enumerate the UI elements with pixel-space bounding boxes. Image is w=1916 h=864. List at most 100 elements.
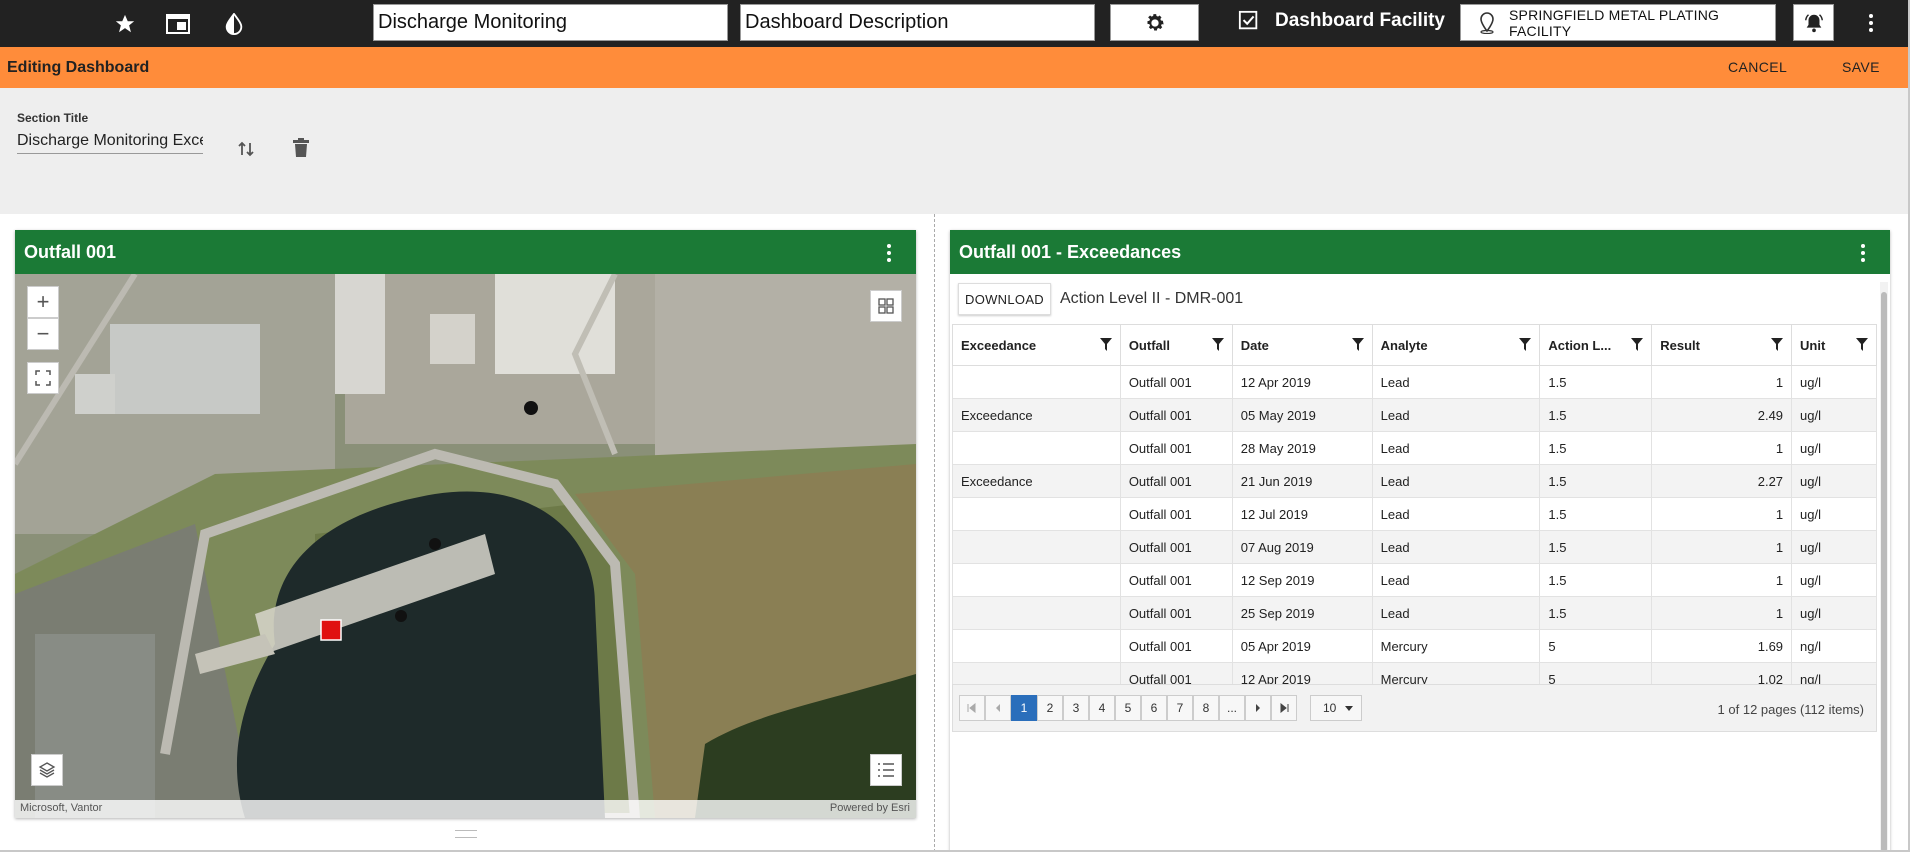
table-row[interactable]: Outfall 001 07 Aug 2019 Lead 1.5 1 ug/l: [952, 530, 1877, 564]
filter-icon[interactable]: [1351, 338, 1364, 354]
outfall-marker[interactable]: [320, 619, 342, 641]
satellite-imagery: [15, 274, 916, 818]
table-row[interactable]: Outfall 001 12 Apr 2019 Lead 1.5 1 ug/l: [952, 365, 1877, 399]
app-window: Discharge Monitoring Dashboard Descripti…: [0, 0, 1910, 852]
map-marker-icon: [1479, 11, 1495, 34]
checkbox-checked-icon[interactable]: [1238, 10, 1262, 34]
page-button-5[interactable]: 5: [1115, 695, 1141, 721]
notifications-button[interactable]: [1793, 4, 1834, 41]
dashboard-facility-label: Dashboard Facility: [1275, 10, 1445, 31]
resize-handle[interactable]: [455, 830, 477, 838]
scrollbar-thumb[interactable]: [1881, 292, 1887, 850]
map-attribution: Microsoft, Vantor Powered by Esri: [15, 800, 916, 818]
table-row[interactable]: Outfall 001 25 Sep 2019 Lead 1.5 1 ug/l: [952, 596, 1877, 630]
column-header-action-level[interactable]: Action L...: [1539, 324, 1653, 366]
fullscreen-icon: [35, 370, 51, 386]
page-button-4[interactable]: 4: [1089, 695, 1115, 721]
exceedances-widget: Outfall 001 - Exceedances DOWNLOAD Actio…: [950, 230, 1890, 850]
fullscreen-button[interactable]: [27, 362, 59, 394]
more-vertical-icon[interactable]: [1860, 243, 1866, 268]
bell-icon: [1804, 13, 1823, 32]
window-icon[interactable]: [166, 12, 190, 36]
star-icon[interactable]: [113, 12, 137, 36]
column-header-analyte[interactable]: Analyte: [1371, 324, 1541, 366]
column-divider: [934, 214, 935, 850]
page-button-7[interactable]: 7: [1167, 695, 1193, 721]
delete-icon[interactable]: [292, 138, 310, 163]
column-header-outfall[interactable]: Outfall: [1119, 324, 1233, 366]
page-size-value: 10: [1323, 701, 1337, 715]
table-row[interactable]: Exceedance Outfall 001 21 Jun 2019 Lead 1.5 2…: [952, 464, 1877, 498]
map-widget-title: Outfall 001: [24, 242, 117, 262]
editing-bar: Editing Dashboard CANCEL SAVE: [0, 47, 1908, 88]
page-info: 1 of 12 pages (112 items): [1717, 702, 1864, 717]
layers-icon: [38, 762, 56, 778]
column-header-exceedance[interactable]: Exceedance: [952, 324, 1121, 366]
page-button-3[interactable]: 3: [1063, 695, 1089, 721]
top-toolbar: Discharge Monitoring Dashboard Descripti…: [0, 0, 1908, 47]
table-row[interactable]: Outfall 001 12 Sep 2019 Lead 1.5 1 ug/l: [952, 563, 1877, 597]
zoom-in-button[interactable]: +: [27, 286, 59, 318]
next-page-icon: [1256, 704, 1260, 712]
column-header-unit[interactable]: Unit: [1791, 324, 1877, 366]
gear-icon: [1146, 13, 1164, 31]
grid-widget-title: Outfall 001 - Exceedances: [959, 242, 1182, 262]
table-header-row: Exceedance Outfall Date Analyte Action L…: [952, 324, 1877, 366]
filter-icon[interactable]: [1771, 338, 1784, 354]
first-page-icon: [967, 703, 976, 713]
page-size-select[interactable]: 10: [1310, 695, 1362, 721]
last-page-icon: [1280, 703, 1289, 713]
page-button-6[interactable]: 6: [1141, 695, 1167, 721]
cancel-button[interactable]: CANCEL: [1728, 59, 1787, 75]
next-page-button[interactable]: [1245, 695, 1271, 721]
prev-page-button[interactable]: [985, 695, 1011, 721]
contrast-icon[interactable]: [222, 12, 246, 36]
filter-icon[interactable]: [1211, 338, 1224, 354]
more-vertical-icon[interactable]: [1868, 12, 1874, 39]
more-vertical-icon[interactable]: [886, 243, 892, 268]
filter-icon[interactable]: [1099, 338, 1112, 354]
page-button-8[interactable]: 8: [1193, 695, 1219, 721]
legend-list-icon: [878, 763, 894, 777]
table-row[interactable]: Outfall 001 12 Jul 2019 Lead 1.5 1 ug/l: [952, 497, 1877, 531]
dashboard-description-input[interactable]: Dashboard Description: [740, 4, 1095, 41]
last-page-button[interactable]: [1271, 695, 1297, 721]
table-row[interactable]: Outfall 001 05 Apr 2019 Mercury 5 1.69 ng/l: [952, 629, 1877, 663]
filter-icon[interactable]: [1519, 338, 1532, 354]
filter-icon[interactable]: [1631, 338, 1644, 354]
prev-page-icon: [996, 704, 1000, 712]
zoom-out-button[interactable]: −: [27, 318, 59, 350]
page-button-2[interactable]: 2: [1037, 695, 1063, 721]
editing-title: Editing Dashboard: [7, 59, 150, 76]
facility-selector-button[interactable]: SPRINGFIELD METAL PLATING FACILITY: [1460, 4, 1776, 41]
layers-button[interactable]: [31, 754, 63, 786]
chevron-down-icon: [1345, 706, 1353, 711]
legend-button[interactable]: [870, 754, 902, 786]
section-title-input[interactable]: [17, 128, 203, 154]
satellite-map[interactable]: + − Microsoft, Vantor Powered by Esri: [15, 274, 916, 818]
table-row[interactable]: Exceedance Outfall 001 05 May 2019 Lead 1.5 2…: [952, 398, 1877, 432]
attribution-powered-by: Powered by Esri: [829, 802, 910, 814]
first-page-button[interactable]: [959, 695, 985, 721]
table-row[interactable]: Outfall 001 28 May 2019 Lead 1.5 1 ug/l: [952, 431, 1877, 465]
pagination: 1 2 3 4 5 6 7 8 ... 10 1 of 12 pages (11…: [952, 684, 1877, 732]
vertical-scrollbar[interactable]: [1880, 282, 1888, 850]
grid-widget-header: Outfall 001 - Exceedances: [950, 230, 1890, 274]
map-widget: Outfall 001 + − Microsoft, Vantor Powere…: [15, 230, 916, 818]
section-title-label: Section Title: [17, 111, 89, 125]
download-button[interactable]: DOWNLOAD: [958, 283, 1051, 315]
section-settings: Section Title: [0, 88, 1908, 214]
basemap-gallery-button[interactable]: [870, 290, 902, 322]
settings-button[interactable]: [1110, 4, 1199, 41]
grid-subtitle: Action Level II - DMR-001: [1060, 290, 1244, 307]
column-header-result[interactable]: Result: [1651, 324, 1793, 366]
page-ellipsis-button[interactable]: ...: [1219, 695, 1245, 721]
dashboard-name-input[interactable]: Discharge Monitoring: [373, 4, 728, 41]
page-button-1[interactable]: 1: [1011, 695, 1037, 721]
filter-icon[interactable]: [1856, 338, 1868, 354]
column-header-date[interactable]: Date: [1231, 324, 1373, 366]
save-button[interactable]: SAVE: [1842, 59, 1880, 75]
exceedances-table: Exceedance Outfall Date Analyte Action L…: [952, 324, 1877, 696]
reorder-icon[interactable]: [236, 139, 256, 164]
map-widget-header: Outfall 001: [15, 230, 916, 274]
